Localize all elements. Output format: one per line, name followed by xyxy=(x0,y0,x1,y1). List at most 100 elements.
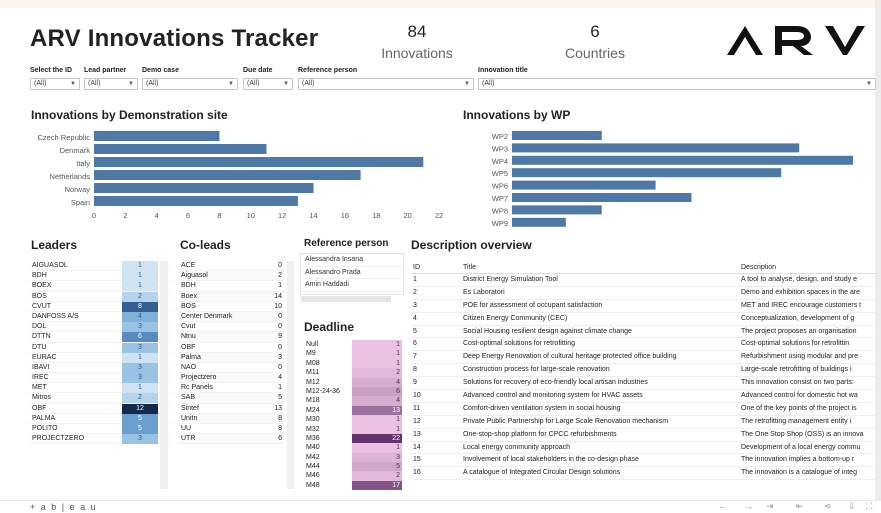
bar[interactable] xyxy=(512,217,566,227)
colead-row[interactable]: Cvut 0 xyxy=(179,322,284,333)
leader-row[interactable]: CVUT 8 xyxy=(30,301,170,312)
bar[interactable] xyxy=(94,196,298,206)
leader-row[interactable]: DANFOSS A/S 4 xyxy=(30,311,170,323)
description-row[interactable]: 6 Cost-optimal solutions for retrofitting… xyxy=(411,338,877,352)
description-row[interactable]: 15 Involvement of local stakeholders in t… xyxy=(411,454,877,468)
bar[interactable] xyxy=(94,157,424,167)
description-row[interactable]: 2 Es Laboratori Demo and exhibition spaces… xyxy=(411,287,877,300)
undo-icon[interactable]: ← xyxy=(718,501,727,511)
download-icon[interactable]: ⇩ xyxy=(848,501,856,512)
description-row[interactable]: 11 Comfort-driven ventilation system in s… xyxy=(411,403,877,416)
colead-row[interactable]: Ntnu 9 xyxy=(179,332,284,343)
description-row[interactable]: 10 Advanced control and monitoring system… xyxy=(411,390,877,403)
colead-row[interactable]: BDH 1 xyxy=(179,281,284,292)
share-icon[interactable]: ⋖ xyxy=(824,501,832,512)
bar[interactable] xyxy=(94,183,314,193)
description-row[interactable]: 14 Local energy community approach Develop… xyxy=(411,442,877,455)
colead-row[interactable]: NAO 0 xyxy=(179,362,284,374)
leader-row[interactable]: MET 1 xyxy=(30,383,170,394)
bar[interactable] xyxy=(94,144,267,154)
description-row[interactable]: 7 Deep Energy Renovation of cultural heri… xyxy=(411,351,877,365)
leader-row[interactable]: BDH 1 xyxy=(30,271,170,282)
leader-row[interactable]: BOS 2 xyxy=(30,291,170,302)
leader-row[interactable]: PROJECTZERO 3 xyxy=(30,434,170,445)
deadline-row[interactable]: M11 2 xyxy=(304,368,404,378)
colead-row[interactable]: Aiguasol 2 xyxy=(179,271,284,282)
description-row[interactable]: 16 A catalogue of Integrated Circular Des… xyxy=(411,467,877,481)
leader-row[interactable]: AIGUASOL 1 xyxy=(30,261,170,272)
colead-row[interactable]: Unitn 8 xyxy=(179,413,284,424)
first-icon[interactable]: ⇤ xyxy=(796,501,804,512)
reference-person-item[interactable]: Alessandro Prada xyxy=(301,267,403,279)
bar[interactable] xyxy=(512,131,602,140)
description-row[interactable]: 12 Private Public Partnership for Large S… xyxy=(411,416,877,429)
deadline-row[interactable]: M30 1 xyxy=(304,415,404,425)
leader-row[interactable]: Mitros 2 xyxy=(30,393,170,404)
deadline-row[interactable]: M44 5 xyxy=(304,462,404,472)
bar[interactable] xyxy=(512,168,782,178)
deadline-row[interactable]: M36 22 xyxy=(304,433,404,444)
deadline-row[interactable]: M40 1 xyxy=(304,443,404,453)
description-row[interactable]: 13 One-stop-shop platform for CPCC refurb… xyxy=(411,429,877,442)
filter-lead-partner-dropdown[interactable]: (All) ▼ xyxy=(84,78,138,90)
deadline-row[interactable]: Null 1 xyxy=(304,340,404,350)
leader-row[interactable]: DTU 3 xyxy=(30,342,170,353)
bar[interactable] xyxy=(512,180,656,190)
colead-row[interactable]: Palma 3 xyxy=(179,352,284,363)
leader-row[interactable]: BOEX 1 xyxy=(30,281,170,292)
colead-row[interactable]: BOS 10 xyxy=(179,301,284,312)
deadline-row[interactable]: M12 4 xyxy=(304,377,404,387)
reference-person-item[interactable]: Amin Haddadi xyxy=(301,279,403,292)
coleads-scrollbar[interactable] xyxy=(287,261,294,489)
colead-row[interactable]: Center Denmark 0 xyxy=(179,311,284,323)
reference-person-item[interactable]: Alessandra Insana xyxy=(301,254,403,267)
filter-due-date-dropdown[interactable]: (All) ▼ xyxy=(243,78,293,90)
colead-row[interactable]: OBF 0 xyxy=(179,342,284,353)
colead-row[interactable]: ACE 0 xyxy=(179,261,284,272)
leader-row[interactable]: POLITO 5 xyxy=(30,424,170,435)
bar[interactable] xyxy=(94,131,220,141)
colead-row[interactable]: Boex 14 xyxy=(179,291,284,302)
bar[interactable] xyxy=(512,205,602,215)
description-row[interactable]: 3 POE for assessment of occupant satisfac… xyxy=(411,300,877,313)
colead-row[interactable]: Rc Panels 1 xyxy=(179,383,284,394)
deadline-row[interactable]: M12-24-36 6 xyxy=(304,386,404,397)
bar[interactable] xyxy=(512,143,800,153)
revert-icon[interactable]: ⇥ xyxy=(766,501,774,512)
bar[interactable] xyxy=(94,170,361,180)
colead-row[interactable]: SAB 5 xyxy=(179,393,284,404)
colead-row[interactable]: UU 8 xyxy=(179,424,284,435)
description-row[interactable]: 4 Citizen Energy Community (CEC) Conceptua… xyxy=(411,313,877,326)
description-row[interactable]: 1 District Energy Simulation Tool A tool t… xyxy=(411,274,877,287)
reference-scrollbar[interactable] xyxy=(301,296,391,302)
leaders-scrollbar[interactable] xyxy=(160,261,168,489)
filter-demo-case-dropdown[interactable]: (All) ▼ xyxy=(142,78,238,90)
redo-icon[interactable]: → xyxy=(744,501,753,511)
deadline-row[interactable]: M46 2 xyxy=(304,471,404,481)
deadline-row[interactable]: M18 4 xyxy=(304,396,404,406)
filter-reference-person-dropdown[interactable]: (All) ▼ xyxy=(298,78,474,90)
colead-row[interactable]: Projectzero 4 xyxy=(179,373,284,384)
filter-innovation-title-dropdown[interactable]: (All) ▼ xyxy=(478,78,876,90)
deadline-row[interactable]: M48 17 xyxy=(304,480,404,491)
deadline-row[interactable]: M9 1 xyxy=(304,349,404,359)
colead-row[interactable]: UTR 6 xyxy=(179,434,284,445)
fullscreen-icon[interactable]: ⛶ xyxy=(866,501,872,512)
description-row[interactable]: 5 Social Housing resilient design against… xyxy=(411,326,877,339)
tableau-logo[interactable]: + a b | e a u xyxy=(30,502,97,512)
leader-row[interactable]: DOL 3 xyxy=(30,322,170,333)
leader-row[interactable]: DTTN 6 xyxy=(30,332,170,343)
bar[interactable] xyxy=(512,193,692,202)
deadline-row[interactable]: M42 3 xyxy=(304,452,404,463)
deadline-row[interactable]: M08 1 xyxy=(304,358,404,369)
bar[interactable] xyxy=(512,155,854,165)
deadline-row[interactable]: M32 1 xyxy=(304,424,404,434)
leader-row[interactable]: IREC 3 xyxy=(30,373,170,384)
colead-row[interactable]: Sintef 13 xyxy=(179,403,284,414)
description-row[interactable]: 9 Solutions for recovery of eco-friendly … xyxy=(411,377,877,391)
leader-row[interactable]: EURAC 1 xyxy=(30,352,170,363)
leader-row[interactable]: OBF 12 xyxy=(30,403,170,414)
leader-row[interactable]: PALMA 5 xyxy=(30,413,170,424)
filter-select-id-dropdown[interactable]: (All) ▼ xyxy=(30,78,80,90)
leader-row[interactable]: IBAVI 3 xyxy=(30,362,170,374)
